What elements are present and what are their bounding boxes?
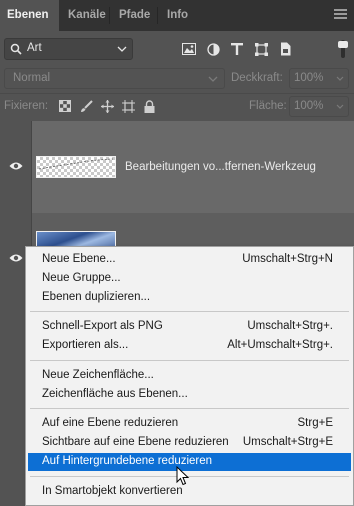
menu-separator <box>30 360 349 361</box>
lock-row: Fixieren: Fläche: 100% <box>0 93 354 119</box>
tab-kanaele[interactable]: Kanäle <box>61 0 113 31</box>
tab-divider <box>109 7 110 24</box>
adjustment-filter-icon[interactable] <box>204 40 222 58</box>
smartobject-filter-icon[interactable] <box>276 40 294 58</box>
blend-mode-label: Normal <box>13 72 51 84</box>
chevron-down-icon <box>117 46 127 52</box>
layer-name[interactable]: Bearbeitungen vo...tfernen-Werkzeug <box>125 161 316 173</box>
filter-toggle-switch[interactable] <box>337 40 349 58</box>
menu-item-export-as[interactable]: Exportieren als... Alt+Umschalt+Strg+. <box>28 337 351 355</box>
menu-item-new-group[interactable]: Neue Gruppe... <box>28 270 351 288</box>
menu-item-merge-down[interactable]: Auf eine Ebene reduzieren Strg+E <box>28 415 351 433</box>
tab-pfade[interactable]: Pfade <box>112 0 157 31</box>
type-filter-icon[interactable] <box>228 40 246 58</box>
menu-item-duplicate-layers[interactable]: Ebenen duplizieren... <box>28 289 351 307</box>
visibility-toggle[interactable] <box>0 121 32 213</box>
layer-filter-row: Art <box>0 31 354 66</box>
chevron-down-icon <box>208 76 218 82</box>
tab-ebenen[interactable]: Ebenen <box>0 0 59 31</box>
filter-kind-select[interactable]: Art <box>4 38 133 60</box>
fill-value: 100% <box>294 100 324 112</box>
search-icon <box>10 43 22 55</box>
layer-row[interactable]: Bearbeitungen vo...tfernen-Werkzeug <box>0 121 354 213</box>
layer-thumbnail <box>36 156 116 178</box>
shape-filter-icon[interactable] <box>252 40 270 58</box>
pixel-filter-icon[interactable] <box>180 40 198 58</box>
menu-item-merge-visible[interactable]: Sichtbare auf eine Ebene reduzieren Umsch… <box>28 434 351 452</box>
lock-position-icon[interactable] <box>99 98 115 114</box>
opacity-value: 100% <box>294 72 324 84</box>
chevron-down-icon <box>336 104 344 109</box>
opacity-label: Deckkraft: <box>231 72 283 84</box>
eye-icon <box>9 254 23 262</box>
panel-tab-bar: Ebenen Kanäle Pfade Info <box>0 0 354 31</box>
eye-icon <box>9 162 23 170</box>
lock-transparent-icon[interactable] <box>57 98 73 114</box>
lock-all-icon[interactable] <box>141 98 157 114</box>
lock-artboard-icon[interactable] <box>120 98 136 114</box>
blend-mode-select[interactable]: Normal <box>4 68 225 89</box>
lock-image-icon[interactable] <box>78 98 94 114</box>
menu-item-new-layer[interactable]: Neue Ebene... Umschalt+Strg+N <box>28 251 351 269</box>
fill-label: Fläche: <box>249 100 287 112</box>
mouse-cursor-icon <box>176 466 190 486</box>
blend-row: Normal Deckkraft: 100% <box>0 66 354 91</box>
menu-item-quick-export-png[interactable]: Schnell-Export als PNG Umschalt+Strg+. <box>28 318 351 336</box>
chevron-down-icon <box>336 76 344 81</box>
lock-label: Fixieren: <box>4 100 49 112</box>
filter-kind-label: Art <box>27 42 42 54</box>
menu-separator <box>30 311 349 312</box>
fill-input[interactable]: 100% <box>289 96 349 117</box>
menu-item-artboard-from-layers[interactable]: Zeichenfläche aus Ebenen... <box>28 386 351 404</box>
menu-item-new-artboard[interactable]: Neue Zeichenfläche... <box>28 367 351 385</box>
menu-separator <box>30 408 349 409</box>
tab-info[interactable]: Info <box>160 0 195 31</box>
tab-divider <box>157 7 158 24</box>
opacity-input[interactable]: 100% <box>289 68 349 89</box>
panel-menu-icon[interactable] <box>334 9 347 21</box>
